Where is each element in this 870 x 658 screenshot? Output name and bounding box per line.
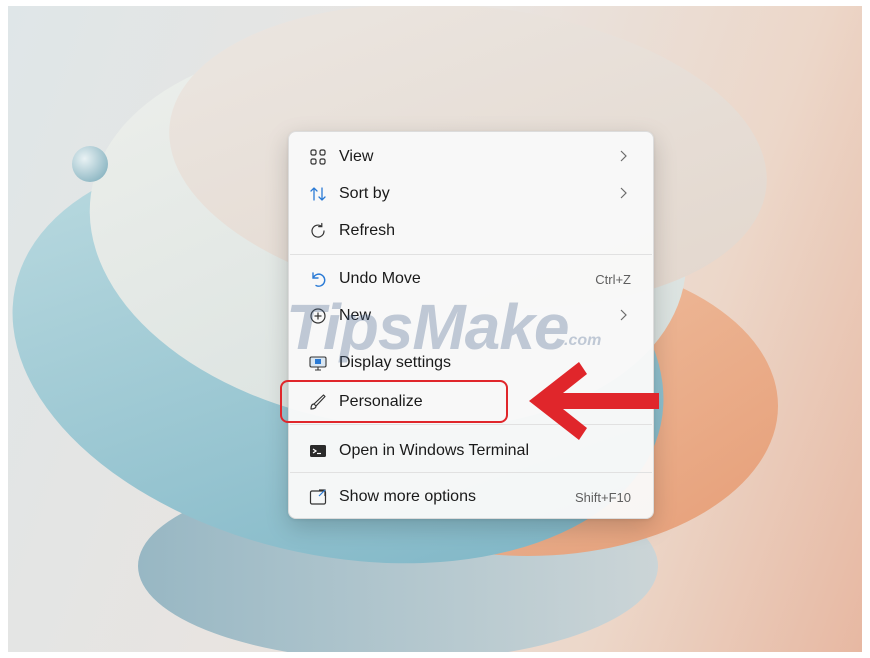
red-arrow-icon [529,362,659,440]
display-settings-icon [307,352,329,374]
refresh-icon [307,220,329,242]
menu-item-label: Open in Windows Terminal [339,442,530,459]
view-icon [307,146,329,168]
menu-item-label: Refresh [339,222,396,239]
show-more-options-icon [307,486,329,508]
menu-item-label: View [339,148,374,165]
menu-item-undo-move[interactable]: Undo Move Ctrl+Z [293,262,649,296]
shortcut-text: Ctrl+Z [595,272,631,287]
menu-item-label: Show more options [339,488,476,505]
chevron-right-icon [617,185,629,201]
menu-item-label: Display settings [339,354,452,371]
menu-item-view[interactable]: View [293,140,649,174]
context-menu: View Sort by Refresh Undo Move Ctrl+Z Ne… [288,131,654,519]
chevron-right-icon [617,148,629,164]
menu-item-label: Sort by [339,185,390,202]
menu-item-label: New [339,307,372,324]
highlight-box [280,380,508,423]
menu-separator [290,472,652,473]
menu-separator [290,254,652,255]
menu-item-label: Undo Move [339,270,421,287]
new-icon [307,305,329,327]
chevron-right-icon [617,307,629,323]
menu-item-refresh[interactable]: Refresh [293,214,649,248]
shortcut-text: Shift+F10 [574,490,631,505]
terminal-icon [307,440,329,462]
menu-item-new[interactable]: New [293,299,649,333]
menu-item-sort-by[interactable]: Sort by [293,177,649,211]
undo-icon [307,268,329,290]
menu-item-show-more-options[interactable]: Show more options Shift+F10 [293,480,649,514]
sort-icon [307,183,329,205]
